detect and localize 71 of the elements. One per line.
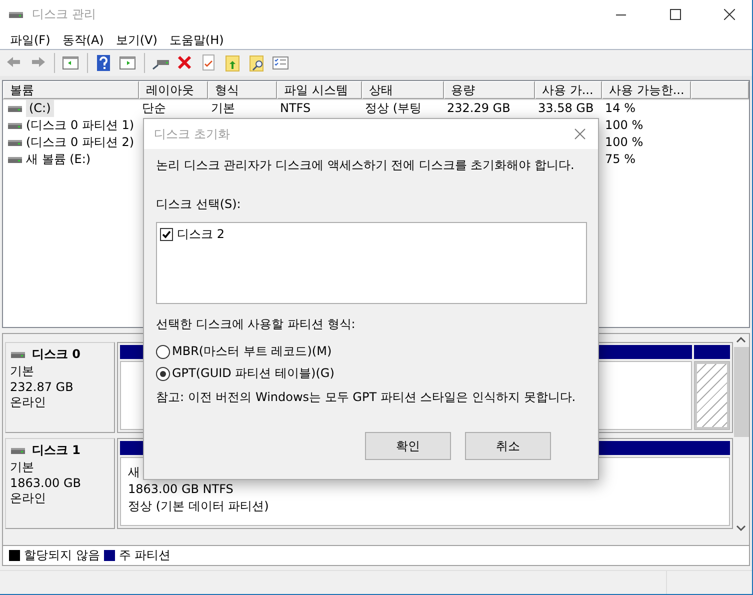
menu-item[interactable]: 파일(F) [4,29,56,49]
table-cell: 14 % [605,101,636,115]
help-icon[interactable] [95,54,113,72]
column-header[interactable]: 상태 [362,81,444,99]
table-cell: 100 % [605,135,644,149]
radio-label[interactable]: GPT(GUID 파티션 테이블)(G) [172,365,334,382]
disk-info: 1863.00 GB [10,476,82,490]
volume-name[interactable]: (디스크 0 파티션 2) [26,134,134,151]
column-header[interactable]: 사용 가능한... [602,81,691,99]
checkbox[interactable] [160,228,173,241]
dialog-message: 논리 디스크 관리자가 디스크에 액세스하기 전에 디스크를 초기화해야 합니다. [156,157,576,174]
minimize-icon [616,14,626,16]
column-header[interactable]: 사용 가... [535,81,602,99]
panel-icon[interactable] [119,54,137,72]
field-label: 디스크 선택(S): [156,196,242,213]
disk-info: 온라인 [10,394,47,411]
maximize-icon [670,9,680,20]
radio-label[interactable]: MBR(마스터 부트 레코드)(M) [172,343,332,360]
radio-button[interactable] [156,366,170,380]
column-header[interactable]: 파일 시스템 [277,81,362,99]
menu-item[interactable]: 동작(A) [56,29,110,49]
note-text: 참고: 이전 버전의 Windows는 모두 GPT 파티션 스타일은 인식하지 못합니다. [156,389,577,406]
column-header[interactable]: 형식 [208,81,277,99]
volume-name[interactable]: (디스크 0 파티션 1) [26,117,134,134]
disk-info: 온라인 [10,490,47,507]
menu-item[interactable]: 도움말(H) [163,29,230,49]
disk-info: 기본 [10,459,35,476]
partition-info: 정상 (기본 데이터 파티션) [128,498,269,515]
menu-item[interactable]: 보기(V) [110,29,164,49]
disk-label-panel[interactable]: 디스크 0 기본 232.87 GB 온라인 [5,342,115,433]
table-cell: NTFS [280,101,311,115]
disk-name: 디스크 1 [32,442,81,459]
scroll-up-icon[interactable] [736,337,746,343]
close-icon [724,9,734,20]
dialog-title: 디스크 초기화 [154,126,231,142]
close-icon [574,128,586,140]
partition-info: 새 [128,464,140,481]
table-cell: 33.58 GB [538,101,594,115]
disk-label-panel[interactable]: 디스크 1 기본 1863.00 GB 온라인 [5,438,115,529]
table-cell: 232.29 GB [447,101,510,115]
legend-label: 주 파티션 [118,547,171,564]
scroll-down-icon[interactable] [736,525,746,531]
disk-info: 232.87 GB [10,380,74,394]
table-cell: 단순 [142,101,166,115]
cross-icon[interactable] [176,54,194,72]
volume-name[interactable]: (C:) [26,100,54,117]
cancel-button[interactable]: 취소 [465,432,551,460]
disk-info: 기본 [10,363,35,380]
table-cell: 100 % [605,118,644,132]
list-item[interactable]: 디스크 2 [177,226,224,243]
partition-bar [694,345,730,359]
folder-search-icon[interactable] [248,54,266,72]
column-header[interactable]: 레이아웃 [139,81,208,99]
legend-label: 할당되지 않음 [24,547,100,564]
disk-name: 디스크 0 [32,346,81,363]
partition-info: 1863.00 GB NTFS [128,481,234,498]
partition-block[interactable] [694,361,730,430]
column-header[interactable]: 볼륨 [3,81,139,99]
panel-icon[interactable] [62,54,80,72]
checklist-icon[interactable] [272,54,290,72]
table-cell: 정상 (부팅 [365,101,422,115]
field-label: 선택한 디스크에 사용할 파티션 형식: [156,316,356,333]
table-cell: 기본 [211,101,235,115]
disk-list[interactable]: 디스크 2 [156,222,587,304]
scrollbar-thumb[interactable] [734,347,748,437]
window-title: 디스크 관리 [32,6,97,23]
volume-name[interactable]: 새 볼륨 (E:) [26,151,91,168]
table-cell: 75 % [605,152,636,166]
radio-button[interactable] [156,344,170,358]
ok-button[interactable]: 확인 [365,432,451,460]
column-header[interactable]: 용량 [444,81,535,99]
